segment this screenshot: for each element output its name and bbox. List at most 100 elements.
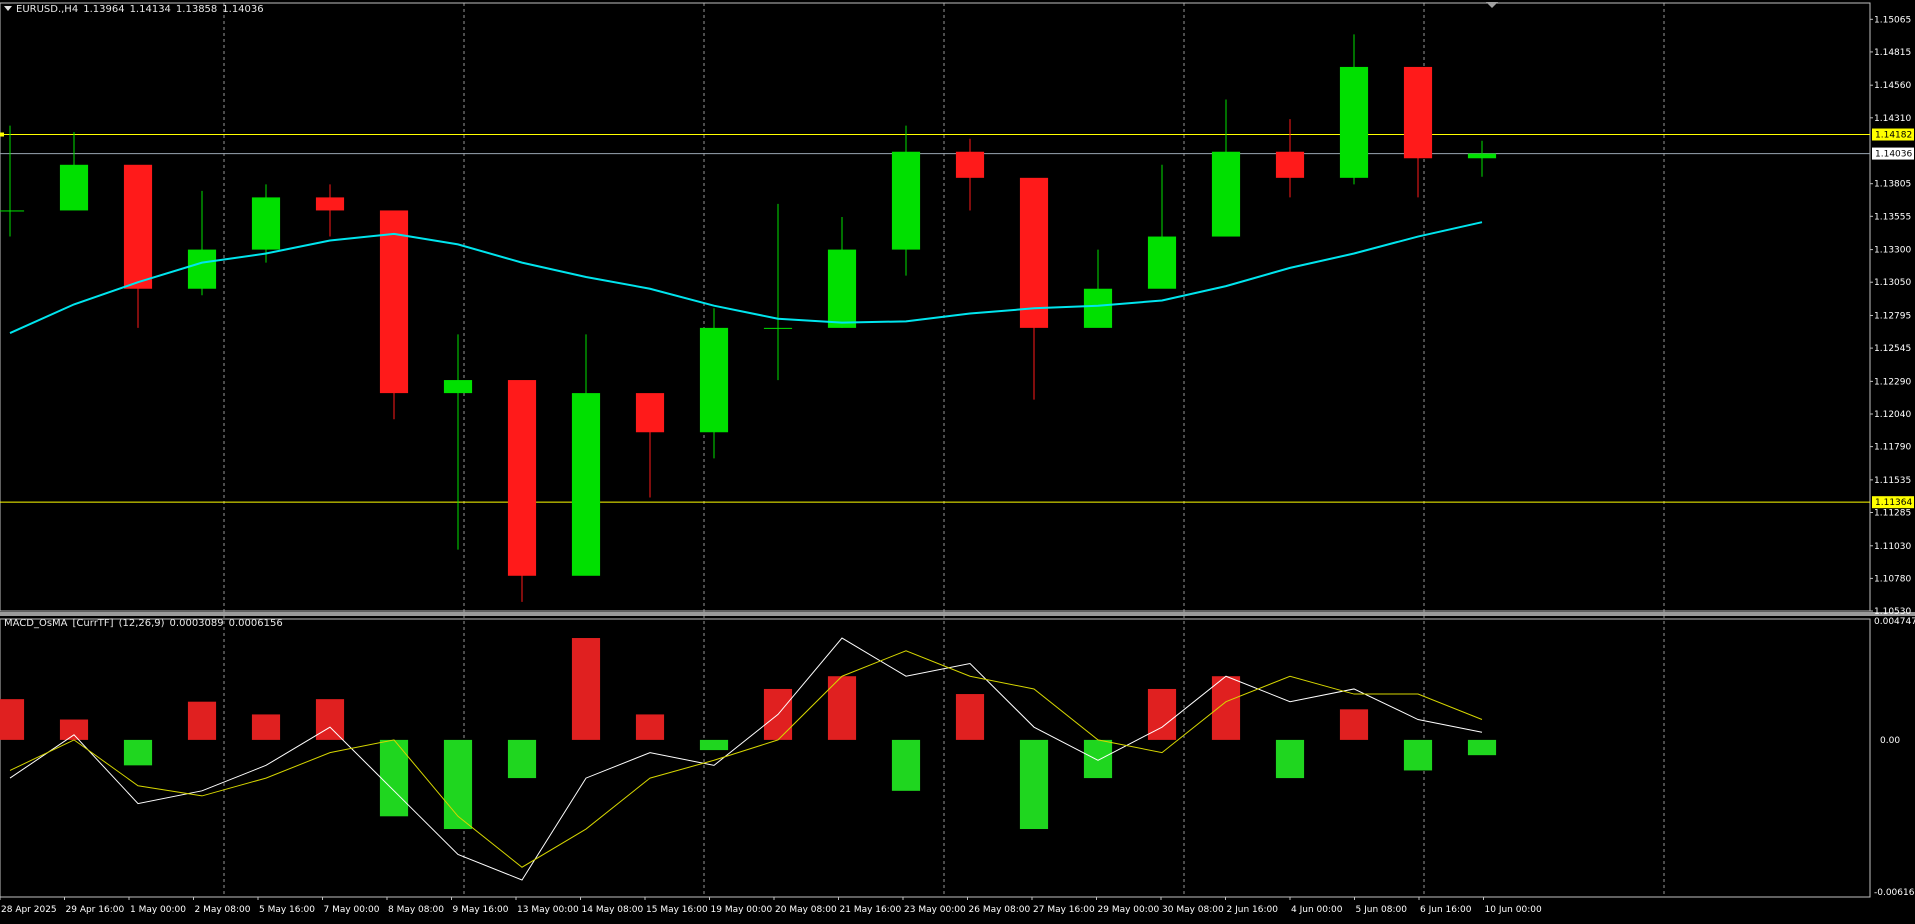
osma-histogram-bar bbox=[1211, 676, 1241, 740]
indicator-name: MACD_OsMA bbox=[4, 618, 68, 629]
time-axis-label: 5 May 16:00 bbox=[259, 905, 315, 915]
symbol-label: EURUSD.,H4 bbox=[16, 4, 79, 15]
osma-histogram-bar bbox=[0, 699, 25, 740]
candle-body bbox=[379, 210, 409, 394]
time-axis-label: 4 Jun 00:00 bbox=[1291, 905, 1343, 915]
price-tick-label: 1.12545 bbox=[1874, 344, 1911, 354]
level-handle bbox=[0, 132, 4, 137]
price-tick-label: 1.15065 bbox=[1874, 15, 1911, 25]
osma-histogram-bar bbox=[891, 739, 921, 791]
osma-histogram-bar bbox=[251, 714, 281, 740]
candle-body bbox=[1083, 288, 1113, 328]
indicator-value-2: 0.0006156 bbox=[228, 618, 283, 629]
osma-histogram-bar bbox=[571, 638, 601, 740]
indicator-axis-label: 0.00 bbox=[1880, 736, 1900, 746]
moving-average-line bbox=[9, 221, 1483, 335]
candle-body bbox=[1403, 66, 1433, 159]
candle-body bbox=[1211, 151, 1241, 237]
osma-histogram-bar bbox=[1083, 739, 1113, 779]
time-axis-label: 14 May 08:00 bbox=[582, 905, 644, 915]
price-tick-label: 1.11285 bbox=[1874, 508, 1911, 518]
price-tick-label: 1.12040 bbox=[1874, 410, 1911, 420]
price-tick-label: 1.13300 bbox=[1874, 246, 1911, 256]
time-axis-label: 21 May 16:00 bbox=[840, 905, 902, 915]
time-axis-label: 6 Jun 16:00 bbox=[1420, 905, 1472, 915]
time-axis-label: 9 May 16:00 bbox=[453, 905, 509, 915]
time-axis-label: 28 Apr 2025 bbox=[1, 905, 57, 915]
osma-histogram-bar bbox=[187, 701, 217, 740]
time-axis-label: 20 May 08:00 bbox=[775, 905, 837, 915]
candle-body bbox=[699, 327, 729, 433]
time-axis-label: 26 May 08:00 bbox=[969, 905, 1031, 915]
dropdown-triangle-icon[interactable] bbox=[4, 6, 12, 11]
osma-histogram-bar bbox=[1339, 709, 1369, 740]
indicator-panel-title: MACD_OsMA [CurrTF] (12,26,9) 0.0003089 0.000… bbox=[4, 618, 283, 629]
candle-body bbox=[187, 249, 217, 289]
signal-line bbox=[9, 650, 1483, 868]
price-tick-label: 1.14815 bbox=[1874, 48, 1911, 58]
open-value: 1.13964 bbox=[83, 4, 125, 15]
candle-body bbox=[763, 327, 793, 329]
price-tick-label: 1.14560 bbox=[1874, 81, 1911, 91]
osma-histogram-bar bbox=[1403, 739, 1433, 771]
indicator-axis-label: 0.004747 bbox=[1874, 617, 1915, 627]
price-tick-label: 1.11364 bbox=[1875, 498, 1912, 508]
candle-body bbox=[635, 393, 665, 433]
time-axis-label: 23 May 00:00 bbox=[904, 905, 966, 915]
price-tick-label: 1.10530 bbox=[1874, 607, 1911, 617]
price-tick-label: 1.13805 bbox=[1874, 180, 1911, 190]
chart-canvas[interactable]: 1.15065 1.14815 1.14560 1.14310 1.14182 1.140… bbox=[0, 0, 1915, 920]
price-tick-label: 1.10780 bbox=[1874, 574, 1911, 584]
candle-body bbox=[1019, 177, 1049, 328]
candle-body bbox=[0, 210, 25, 212]
time-axis-label: 29 May 00:00 bbox=[1098, 905, 1160, 915]
osma-histogram-bar bbox=[955, 694, 985, 740]
indicator-tf: [CurrTF] bbox=[72, 618, 114, 629]
candle-body bbox=[1467, 153, 1497, 159]
candle-body bbox=[443, 380, 473, 394]
price-tick-label: 1.12795 bbox=[1874, 311, 1911, 321]
time-axis-label: 29 Apr 16:00 bbox=[66, 905, 125, 915]
price-tick-label: 1.13555 bbox=[1874, 212, 1911, 222]
osma-histogram-bar bbox=[315, 699, 345, 740]
chart-window[interactable]: 1.15065 1.14815 1.14560 1.14310 1.14182 1.140… bbox=[0, 0, 1915, 920]
time-axis-label: 19 May 00:00 bbox=[711, 905, 773, 915]
indicator-value-1: 0.0003089 bbox=[169, 618, 224, 629]
high-value: 1.14134 bbox=[129, 4, 171, 15]
indicator-axis-label: -0.006169 bbox=[1874, 888, 1915, 898]
time-axis-label: 5 Jun 08:00 bbox=[1356, 905, 1408, 915]
osma-histogram-bar bbox=[507, 739, 537, 779]
price-tick-label: 1.11030 bbox=[1874, 542, 1911, 552]
candle-body bbox=[827, 249, 857, 328]
time-axis-label: 15 May 16:00 bbox=[646, 905, 708, 915]
price-tick-label: 1.14182 bbox=[1875, 131, 1912, 141]
shift-marker-icon bbox=[1486, 2, 1498, 8]
candle-body bbox=[59, 164, 89, 211]
time-axis-label: 13 May 00:00 bbox=[517, 905, 579, 915]
osma-histogram-bar bbox=[635, 714, 665, 740]
time-axis-label: 7 May 00:00 bbox=[324, 905, 380, 915]
candle-body bbox=[123, 164, 153, 289]
price-tick-label: 1.14036 bbox=[1875, 150, 1912, 160]
time-axis-label: 2 May 08:00 bbox=[195, 905, 251, 915]
price-panel-frame bbox=[0, 2, 1871, 612]
time-axis-label: 30 May 08:00 bbox=[1162, 905, 1224, 915]
candle-body bbox=[571, 393, 601, 576]
osma-histogram-bar bbox=[1467, 739, 1497, 756]
candle-body bbox=[251, 197, 281, 250]
osma-histogram-bar bbox=[59, 719, 89, 740]
price-panel-title: EURUSD.,H4 1.13964 1.14134 1.13858 1.14036 bbox=[4, 4, 264, 15]
indicator-params: (12,26,9) bbox=[118, 618, 165, 629]
time-axis-label: 8 May 08:00 bbox=[388, 905, 444, 915]
indicator-panel-frame bbox=[0, 618, 1871, 898]
candle-body bbox=[955, 151, 985, 178]
price-tick-label: 1.12290 bbox=[1874, 377, 1911, 387]
time-axis-label: 2 Jun 16:00 bbox=[1227, 905, 1279, 915]
time-axis-label: 27 May 16:00 bbox=[1033, 905, 1095, 915]
low-value: 1.13858 bbox=[175, 4, 218, 15]
price-tick-label: 1.11535 bbox=[1874, 476, 1911, 486]
osma-histogram-bar bbox=[1019, 739, 1049, 830]
candle-body bbox=[507, 380, 537, 576]
time-axis-label: 1 May 00:00 bbox=[130, 905, 186, 915]
osma-histogram-bar bbox=[123, 739, 153, 766]
